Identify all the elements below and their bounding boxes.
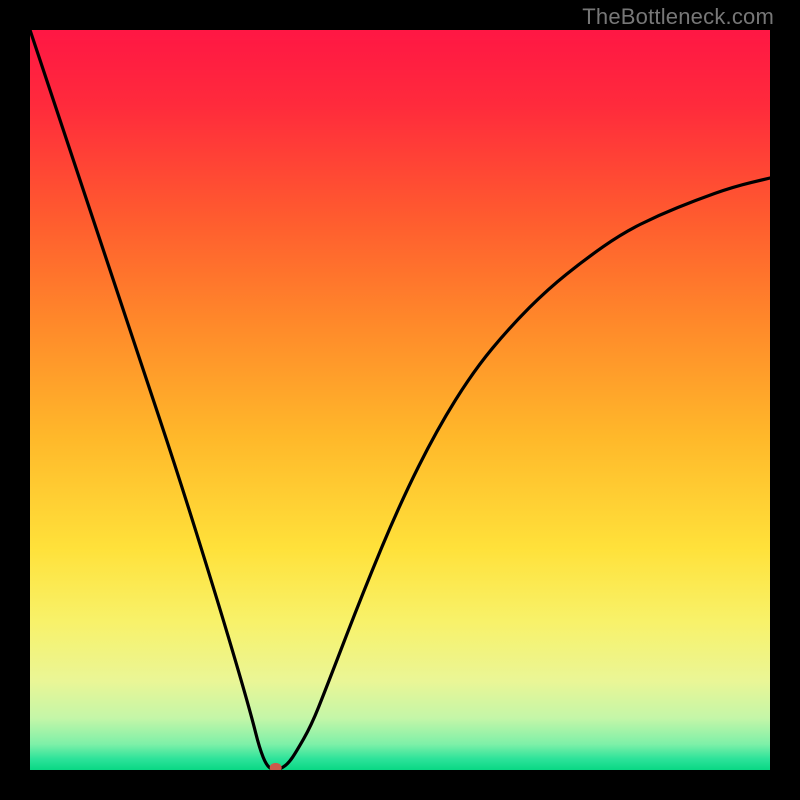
chart-svg: [30, 30, 770, 770]
gradient-background: [30, 30, 770, 770]
watermark-text: TheBottleneck.com: [582, 4, 774, 30]
plot-area: [30, 30, 770, 770]
chart-frame: TheBottleneck.com: [0, 0, 800, 800]
